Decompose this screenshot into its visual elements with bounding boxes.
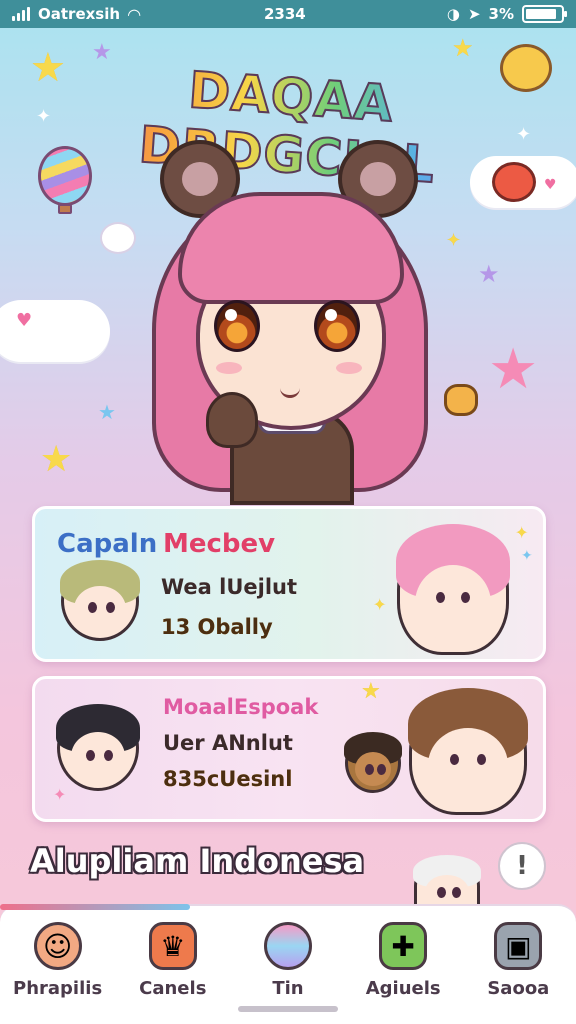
card-subtitle: Wea lUejlut — [161, 575, 298, 599]
star-icon: ★ — [361, 679, 381, 704]
balloon-basket — [58, 204, 72, 214]
star-icon: ✦ — [515, 523, 529, 542]
card-title-primary: Capaln — [57, 529, 158, 559]
star-icon: ★ — [30, 45, 66, 91]
hero-hand — [206, 392, 258, 448]
battery-icon — [522, 5, 567, 23]
section-title: Alupliam Indonesa — [30, 842, 365, 880]
star-icon: ★ — [452, 34, 474, 62]
tab-agiuels[interactable]: ✚ Agiuels — [351, 922, 455, 999]
card-stat: 13 Obally — [161, 615, 273, 639]
card-title: MoaalEspoak — [163, 695, 319, 719]
gift-icon: ✚ — [379, 922, 428, 970]
character-card-1[interactable]: Capaln Mecbev Wea lUejlut 13 Obally ✦ ✦ … — [32, 506, 546, 662]
star-icon: ✦ — [373, 595, 387, 614]
star-icon: ★ — [488, 337, 539, 402]
heart-icon: ♥ — [16, 310, 33, 331]
tab-label: Phrapilis — [13, 978, 103, 999]
status-bar: Oatrexsih ◠ 2334 ◑ ➤ 3% — [0, 0, 576, 28]
sparkle-icon: ✦ — [36, 106, 52, 127]
hero-eye-right — [314, 300, 360, 352]
star-icon: ✦ — [521, 548, 533, 564]
star-icon: ★ — [98, 400, 116, 424]
card-avatar-small — [60, 560, 140, 641]
signal-icon — [12, 7, 30, 21]
heart-icon: ♥ — [544, 177, 557, 193]
star-icon: ★ — [478, 260, 500, 288]
location-icon: ➤ — [467, 5, 481, 23]
clock: 2334 — [264, 5, 306, 23]
tab-label: Tin — [272, 978, 304, 999]
card-avatar-large — [408, 688, 528, 815]
hero-blush-left — [216, 362, 242, 374]
card-subtitle: Uer ANnlut — [163, 731, 293, 755]
box-icon: ▣ — [494, 922, 543, 970]
card-title-secondary: Mecbev — [163, 529, 276, 559]
moon-icon: ◑ — [446, 5, 460, 23]
home-indicator[interactable] — [238, 1006, 338, 1012]
orb-icon — [263, 922, 312, 970]
crown-icon: ♛ — [148, 922, 197, 970]
battery-percent: 3% — [488, 5, 514, 23]
person-icon: ☺ — [33, 922, 82, 970]
tab-canels[interactable]: ♛ Canels — [121, 922, 225, 999]
card-avatar-large — [396, 524, 510, 655]
tab-profiles[interactable]: ☺ Phrapilis — [6, 922, 110, 999]
tab-tin[interactable]: Tin — [236, 922, 340, 999]
tab-saooa[interactable]: ▣ Saooa — [466, 922, 570, 999]
wifi-icon: ◠ — [128, 4, 141, 24]
card-stat: 835cUesinl — [163, 767, 293, 791]
sparkle-icon: ✦ — [516, 124, 532, 145]
hero-blush-right — [336, 362, 362, 374]
info-button[interactable]: ! — [498, 842, 546, 890]
carrier-label: Oatrexsih — [38, 5, 121, 23]
tab-label: Agiuels — [365, 978, 441, 999]
tab-label: Saooa — [487, 978, 550, 999]
star-icon: ★ — [40, 439, 73, 480]
exclamation-icon: ! — [516, 851, 528, 881]
hero-bangs — [178, 192, 404, 304]
tab-progress-bar — [0, 904, 190, 910]
hero-character — [118, 130, 458, 505]
character-card-2[interactable]: MoaalEspoak Uer ANnlut 835cUesinl ★ ✦ — [32, 676, 546, 822]
tab-label: Canels — [139, 978, 207, 999]
hero-eye-left — [214, 300, 260, 352]
star-icon: ✦ — [53, 785, 67, 804]
card-avatar-boy — [344, 732, 402, 793]
card-avatar-small — [56, 704, 140, 791]
